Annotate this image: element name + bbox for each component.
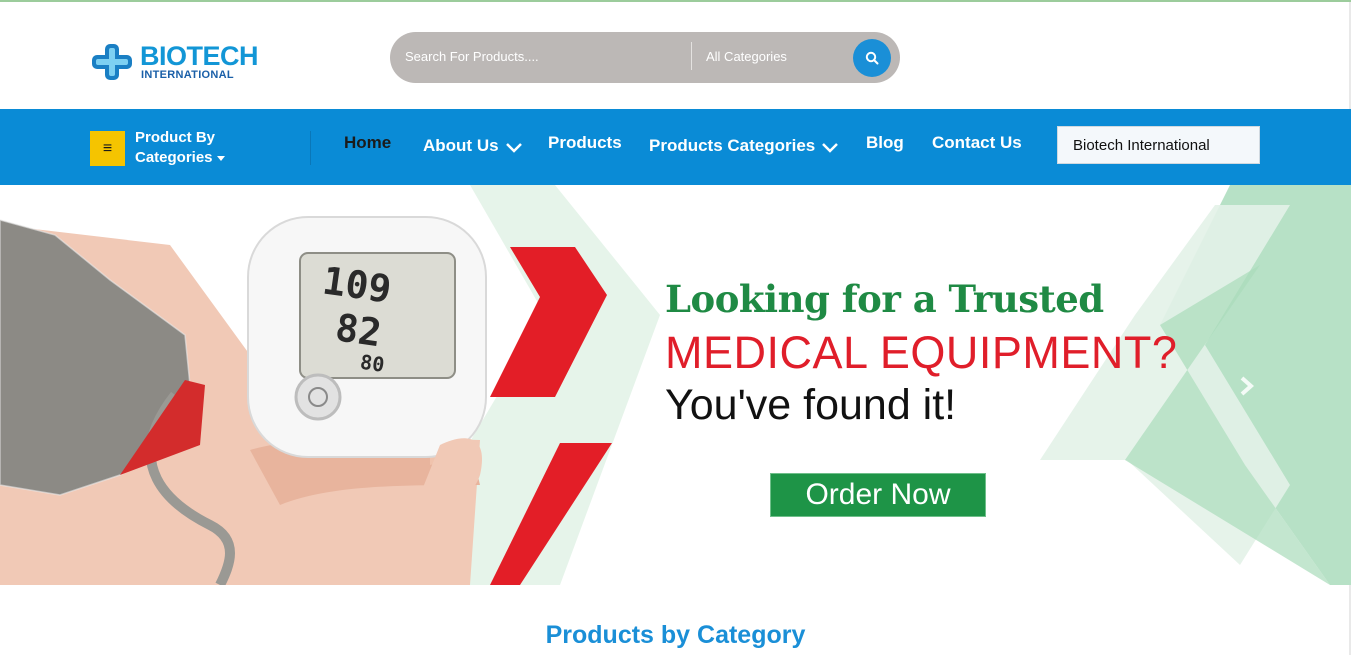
nav-contact-us[interactable]: Contact Us — [932, 133, 1022, 153]
search-bar: Search For Products.... All Categories — [390, 32, 900, 83]
category-menu-label-line2: Categories — [135, 149, 213, 166]
device-reading-dia: 82 — [333, 305, 384, 355]
nav-products[interactable]: Products — [548, 133, 622, 153]
chevron-down-icon — [822, 142, 839, 153]
chevron-down-icon — [505, 142, 522, 153]
nav-home-label: Home — [344, 133, 392, 152]
nav-home[interactable]: Home — [344, 133, 391, 153]
banner-headline: Looking for a Trusted — [665, 277, 1104, 321]
nav-blog-label: Blog — [866, 133, 904, 152]
brand-subname: INTERNATIONAL — [141, 69, 234, 81]
category-select[interactable]: All Categories — [706, 49, 787, 64]
hamburger-icon: ≡ — [102, 139, 113, 157]
brand-logo[interactable]: BIOTECH INTERNATIONAL — [90, 42, 280, 82]
category-menu-button[interactable]: ≡ — [90, 131, 125, 166]
search-input[interactable]: Search For Products.... — [405, 49, 539, 64]
main-navigation: ≡ Product By Categories Home About Us Pr… — [0, 109, 1351, 185]
banner-tagline: You've found it! — [665, 381, 957, 429]
brand-name: BIOTECH — [140, 41, 259, 71]
nav-about-us[interactable]: About Us — [423, 136, 523, 156]
nav-divider — [310, 131, 311, 165]
caret-down-icon — [216, 155, 225, 161]
section-title: Products by Category — [545, 621, 806, 649]
chevron-right-icon[interactable] — [1238, 375, 1256, 397]
nav-products-categories[interactable]: Products Categories — [649, 136, 839, 156]
nav-about-us-label: About Us — [423, 136, 499, 155]
nav-products-label: Products — [548, 133, 622, 152]
search-divider — [691, 42, 692, 70]
device-reading-pulse: 80 — [359, 350, 386, 377]
category-menu-label[interactable]: Product By Categories — [135, 128, 255, 168]
nav-products-categories-label: Products Categories — [649, 136, 816, 155]
search-button[interactable] — [853, 39, 891, 77]
company-select[interactable]: Biotech International — [1057, 126, 1260, 164]
hero-banner[interactable]: 109 82 80 Looking for a Trusted MEDICAL … — [0, 185, 1351, 585]
order-now-button[interactable]: Order Now — [770, 473, 986, 517]
top-border — [0, 0, 1351, 2]
nav-blog[interactable]: Blog — [866, 133, 904, 153]
nav-contact-us-label: Contact Us — [932, 133, 1022, 152]
banner-subheadline: MEDICAL EQUIPMENT? — [665, 327, 1178, 378]
medical-cross-icon — [92, 44, 132, 80]
category-menu-label-line1: Product By — [135, 129, 216, 146]
search-icon — [865, 51, 879, 65]
